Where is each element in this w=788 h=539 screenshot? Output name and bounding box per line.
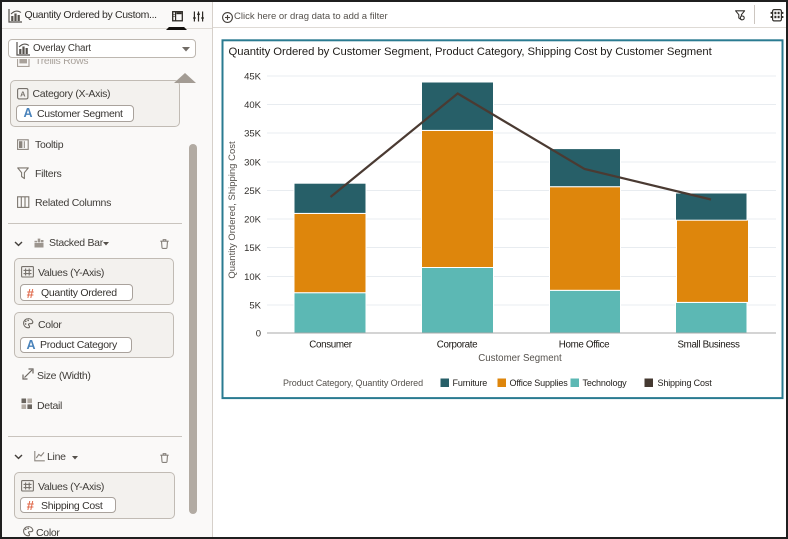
svg-text:35K: 35K [244, 129, 262, 140]
svg-text:Quantity Ordered, Shipping Cos: Quantity Ordered, Shipping Cost [227, 141, 238, 279]
svg-text:20K: 20K [244, 215, 262, 226]
svg-text:A: A [20, 90, 26, 99]
svg-text:0: 0 [256, 329, 261, 340]
svg-text:40K: 40K [244, 100, 262, 111]
svg-text:Corporate: Corporate [437, 340, 478, 351]
svg-text:Office Supplies: Office Supplies [510, 378, 569, 388]
svg-text:5K: 5K [249, 301, 261, 312]
svg-text:15K: 15K [244, 243, 262, 254]
svg-text:45K: 45K [244, 72, 262, 83]
svg-text:Home Office: Home Office [559, 340, 610, 351]
svg-text:Small Business: Small Business [677, 340, 740, 351]
svg-text:Product Category, Quantity Ord: Product Category, Quantity Ordered [283, 378, 423, 388]
svg-text:Furniture: Furniture [453, 378, 488, 388]
svg-text:Technology: Technology [583, 378, 628, 388]
svg-text:Consumer: Consumer [309, 340, 352, 351]
svg-text:Customer Segment: Customer Segment [478, 353, 562, 364]
svg-text:30K: 30K [244, 158, 262, 169]
svg-text:Quantity Ordered by Customer S: Quantity Ordered by Customer Segment, Pr… [229, 46, 713, 58]
svg-text:25K: 25K [244, 186, 262, 197]
svg-text:Shipping Cost: Shipping Cost [658, 378, 713, 388]
svg-text:10K: 10K [244, 272, 262, 283]
